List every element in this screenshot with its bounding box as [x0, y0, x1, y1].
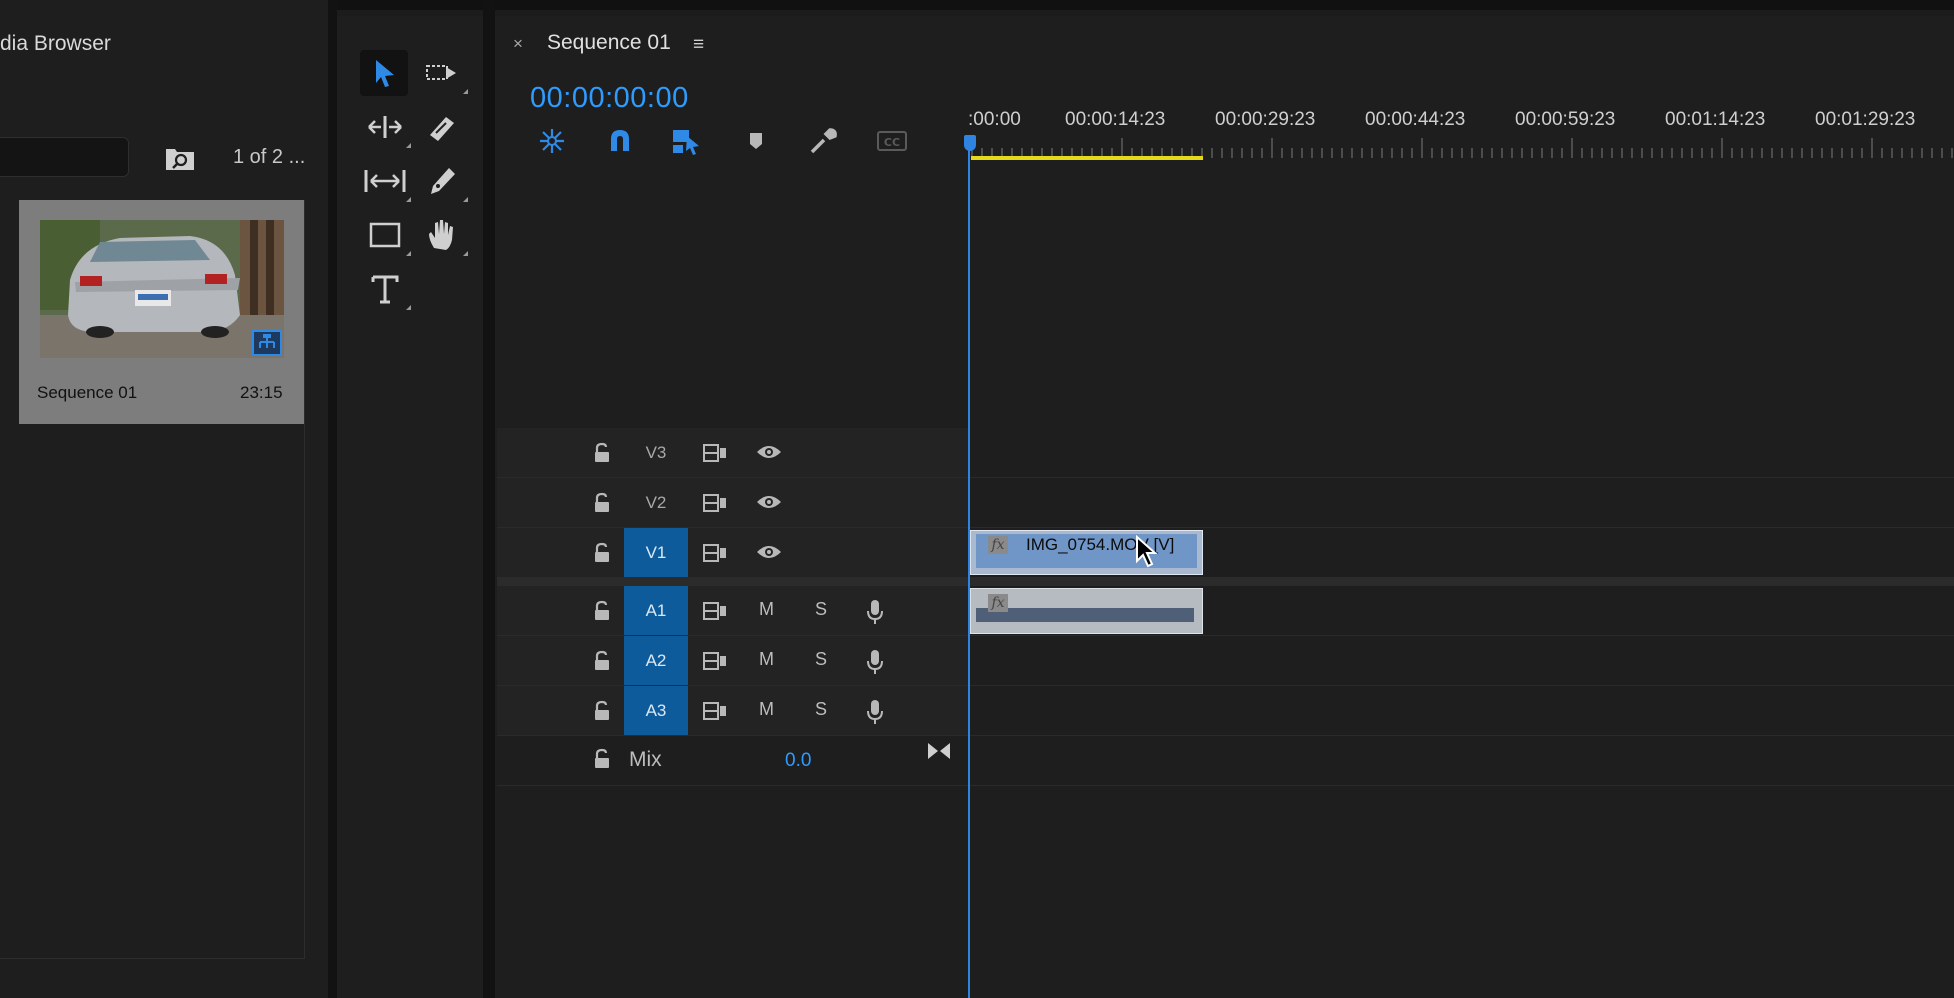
track-name[interactable]: A2 [624, 636, 688, 685]
solo-button[interactable]: S [815, 649, 827, 670]
solo-button[interactable]: S [815, 599, 827, 620]
eye-icon[interactable] [755, 442, 783, 467]
lock-icon[interactable] [593, 650, 611, 677]
slip-tool-icon[interactable] [361, 158, 411, 204]
microphone-icon[interactable] [865, 598, 885, 631]
track-mix [497, 736, 1954, 786]
track-a1: A1 M S [497, 586, 1954, 636]
mix-snap-icon[interactable] [926, 740, 952, 767]
panel-divider[interactable] [483, 0, 495, 998]
lock-icon[interactable] [593, 542, 611, 569]
track-header: A3 M S [497, 686, 969, 735]
svg-text:CC: CC [884, 136, 900, 149]
nest-toggle-icon[interactable] [535, 124, 569, 158]
rectangle-tool-icon[interactable] [361, 212, 411, 258]
mix-track-name: Mix [629, 748, 662, 771]
ruler-label: 00:01:29:23 [1815, 109, 1916, 130]
audio-waveform [976, 608, 1194, 622]
track-v3: V3 [497, 428, 1954, 478]
track-v1: V1 [497, 528, 1954, 578]
ruler-label: 00:01:14:23 [1665, 109, 1766, 130]
track-header: A2 M S [497, 636, 969, 685]
razor-tool-icon[interactable] [418, 104, 466, 150]
mute-button[interactable]: M [759, 649, 774, 670]
hand-tool-icon[interactable] [418, 212, 468, 258]
lock-icon[interactable] [593, 700, 611, 727]
mix-volume-value[interactable]: 0.0 [785, 750, 811, 772]
sync-lock-icon[interactable] [702, 650, 728, 677]
sequence-badge-icon [252, 330, 282, 356]
lock-icon[interactable] [593, 442, 611, 469]
solo-button[interactable]: S [815, 699, 827, 720]
timeline-settings-icon[interactable] [806, 124, 840, 158]
track-v2: V2 [497, 478, 1954, 528]
captions-icon[interactable]: CC [875, 124, 909, 158]
eye-icon[interactable] [755, 492, 783, 517]
track-name[interactable]: V3 [624, 428, 688, 477]
ruler-label: :00:00 [968, 109, 1021, 130]
fx-badge-icon: fx [988, 594, 1008, 612]
playhead-line[interactable] [968, 150, 970, 998]
track-header: V3 [497, 428, 969, 477]
track-select-tool-icon[interactable] [418, 50, 468, 96]
playhead-handle[interactable] [964, 135, 976, 151]
sync-lock-icon[interactable] [702, 542, 728, 569]
snap-icon[interactable] [603, 124, 637, 158]
panel-menu-icon[interactable]: ≡ [693, 34, 704, 56]
track-a2: A2 M S [497, 636, 1954, 686]
ruler-label: 00:00:14:23 [1065, 109, 1166, 130]
track-name[interactable]: V2 [624, 478, 688, 527]
thumbnail-image [40, 220, 284, 358]
track-header [497, 736, 969, 785]
search-input[interactable] [0, 137, 129, 177]
tab-sequence[interactable]: Sequence 01 [547, 31, 671, 55]
ripple-edit-tool-icon[interactable] [361, 104, 411, 150]
eye-icon[interactable] [755, 542, 783, 567]
sync-lock-icon[interactable] [702, 600, 728, 627]
sync-lock-icon[interactable] [702, 492, 728, 519]
close-icon[interactable]: × [513, 34, 523, 54]
thumbnail-duration: 23:15 [240, 383, 283, 402]
panel-title[interactable]: dia Browser [0, 32, 111, 56]
mute-button[interactable]: M [759, 599, 774, 620]
thumbnail-name: Sequence 01 [37, 383, 138, 402]
sync-lock-icon[interactable] [702, 442, 728, 469]
ruler-label: 00:00:44:23 [1365, 109, 1466, 130]
add-marker-icon[interactable] [739, 124, 773, 158]
playhead-timecode[interactable]: 00:00:00:00 [530, 82, 689, 115]
lock-icon[interactable] [593, 600, 611, 627]
work-area-bar[interactable] [971, 156, 1203, 160]
track-name[interactable]: A3 [624, 686, 688, 735]
track-name[interactable]: A1 [624, 586, 688, 635]
video-audio-divider[interactable] [497, 577, 1954, 586]
microphone-icon[interactable] [865, 648, 885, 681]
pen-tool-icon[interactable] [418, 158, 468, 204]
type-tool-icon[interactable] [361, 266, 411, 312]
sync-lock-icon[interactable] [702, 700, 728, 727]
page-count: 1 of 2 ... [233, 146, 306, 168]
track-name[interactable]: V1 [624, 528, 688, 577]
linked-selection-icon[interactable] [670, 124, 704, 158]
find-icon[interactable] [164, 144, 196, 177]
ruler-label: 00:00:59:23 [1515, 109, 1616, 130]
lock-icon[interactable] [593, 492, 611, 519]
track-header: V1 [497, 528, 969, 577]
mute-button[interactable]: M [759, 699, 774, 720]
track-header: V2 [497, 478, 969, 527]
microphone-icon[interactable] [865, 698, 885, 731]
panel-divider[interactable] [328, 0, 337, 998]
track-a3: A3 M S [497, 686, 1954, 736]
ruler-label: 00:00:29:23 [1215, 109, 1316, 130]
fx-badge-icon: fx [988, 536, 1008, 554]
track-header: A1 M S [497, 586, 969, 635]
selection-tool-icon[interactable] [360, 50, 408, 96]
mouse-cursor-icon [1135, 534, 1159, 574]
lock-icon[interactable] [593, 748, 611, 775]
